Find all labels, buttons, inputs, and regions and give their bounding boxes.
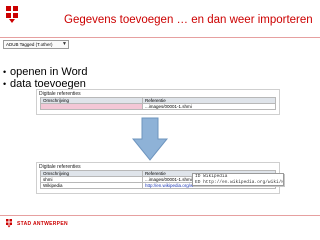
bullet-item: • openen in Word xyxy=(3,66,87,78)
antwerp-hand-logo-icon xyxy=(4,4,20,24)
dropdown-arrow-icon[interactable]: ▼ xyxy=(62,41,67,48)
footer-divider xyxy=(0,215,320,216)
description-cell[interactable]: Wikipedia xyxy=(40,182,143,189)
bullet-text: openen in Word xyxy=(10,66,88,78)
references-table: Omschrijving Referentie ...images/00001-… xyxy=(40,97,276,110)
slide-title: Gegevens toevoegen … en dan weer importe… xyxy=(64,14,313,26)
footer-brand: STAD ANTWERPEN xyxy=(17,221,68,227)
reference-cell[interactable]: ...images/00001-1.shmi xyxy=(142,103,276,110)
description-cell[interactable] xyxy=(40,103,143,110)
table-row: ...images/00001-1.shmi xyxy=(40,103,276,110)
document-before: Digitale referenties Omschrijving Refere… xyxy=(36,89,280,115)
bullet-icon: • xyxy=(3,67,7,77)
antwerp-hand-logo-icon xyxy=(6,219,12,228)
tag-popup: ID Wikipedia ED http://en.wikipedia.org/… xyxy=(192,173,284,186)
bullet-list: • openen in Word • data toevoegen xyxy=(3,66,87,90)
down-arrow-icon xyxy=(132,117,168,161)
title-divider xyxy=(0,37,320,38)
style-dropdown[interactable]: ADUB Tagged (T.other) ▼ xyxy=(3,40,69,49)
style-dropdown-value: ADUB Tagged (T.other) xyxy=(6,42,53,47)
popup-line: ED http://en.wikipedia.org/wiki/Heathfie… xyxy=(195,179,284,185)
bullet-icon: • xyxy=(3,79,7,89)
